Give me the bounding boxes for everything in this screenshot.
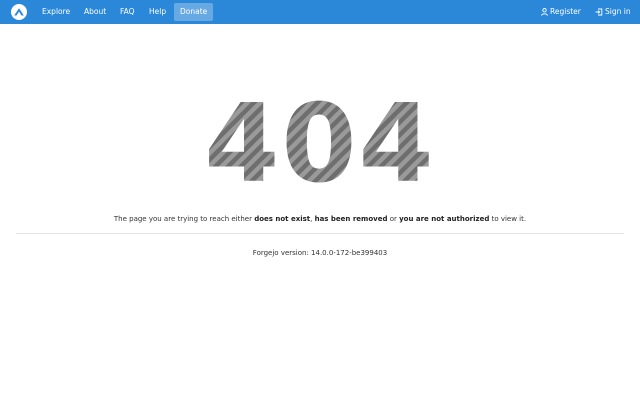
error-message-emphasis: has been removed (314, 215, 388, 223)
forgejo-logo-icon[interactable] (11, 4, 27, 20)
register-label: Register (550, 7, 581, 16)
error-code-404: 404 (204, 86, 435, 196)
error-message-text: or (387, 215, 400, 223)
error-message-text: to view it. (489, 215, 527, 223)
person-icon (541, 8, 548, 16)
error-message: The page you are trying to reach either … (0, 215, 640, 223)
divider (16, 233, 624, 234)
top-navbar: Explore About FAQ Help Donate Register S… (0, 0, 640, 24)
register-link[interactable]: Register (541, 0, 581, 24)
error-message-emphasis: does not exist (254, 215, 311, 223)
nav-explore-link[interactable]: Explore (42, 0, 70, 24)
error-message-text: The page you are trying to reach either (113, 215, 255, 223)
forgejo-version: Forgejo version: 14.0.0-172-be399403 (252, 249, 388, 257)
nav-about-link[interactable]: About (84, 0, 106, 24)
nav-faq-link[interactable]: FAQ (120, 0, 135, 24)
error-message-emphasis: you are not authorized (399, 215, 490, 223)
nav-donate-link[interactable]: Donate (174, 3, 214, 21)
sign-in-link[interactable]: Sign in (595, 0, 631, 24)
svg-text:404: 404 (204, 86, 435, 196)
nav-help-link[interactable]: Help (149, 0, 166, 24)
sign-in-label: Sign in (605, 7, 631, 16)
sign-in-icon (595, 8, 603, 16)
